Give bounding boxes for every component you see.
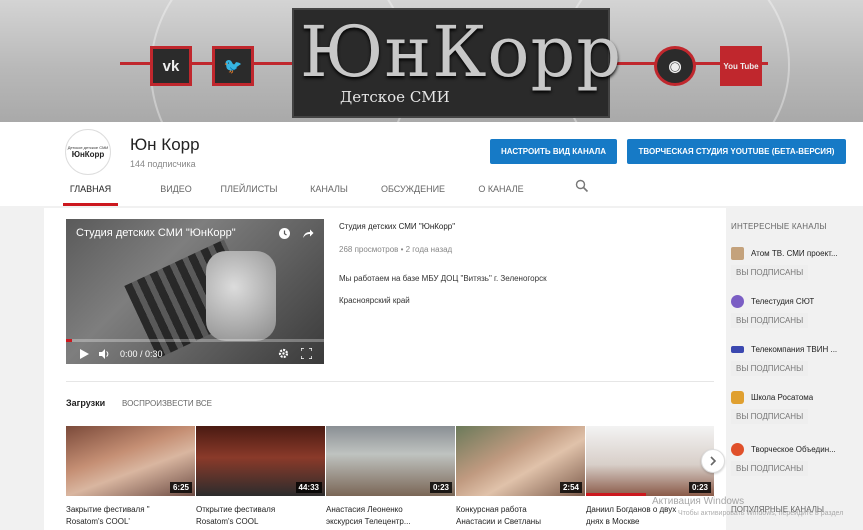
channel-item[interactable]: Творческое Объедин... ВЫ ПОДПИСАНЫ (731, 442, 856, 476)
settings-gear-icon[interactable] (278, 348, 289, 359)
vk-icon[interactable]: vk (150, 46, 192, 86)
subscriber-count: 144 подписчика (130, 159, 196, 169)
windows-activation-watermark: Активация Windows (652, 496, 745, 507)
channel-item-name[interactable]: Телекомпания ТВИН ... (751, 345, 837, 354)
player-title[interactable]: Студия детских СМИ "ЮнКорр" (76, 227, 236, 239)
channel-item[interactable]: Школа Росатома ВЫ ПОДПИСАНЫ (731, 390, 856, 424)
avatar[interactable]: Детское детское СМИ ЮнКорр (65, 129, 111, 175)
channel-tabs: ГЛАВНАЯ ВИДЕО ПЛЕЙЛИСТЫ КАНАЛЫ ОБСУЖДЕНИ… (63, 176, 536, 206)
channel-avatar-icon (731, 390, 744, 404)
channel-avatar-icon (731, 294, 744, 308)
featured-video-title[interactable]: Студия детских СМИ "ЮнКорр" (339, 222, 455, 231)
video-duration: 6:25 (169, 482, 192, 493)
player-controls-right (278, 348, 312, 359)
description-line: Мы работаем на базе МБУ ДОЦ "Витязь" г. … (339, 274, 547, 283)
interesting-channels-heading: ИНТЕРЕСНЫЕ КАНАЛЫ (731, 222, 827, 231)
player-progress-bar[interactable] (66, 339, 324, 342)
video-duration: 2:54 (559, 482, 582, 493)
uploads-heading[interactable]: Загрузки (66, 398, 105, 408)
subscribed-button[interactable]: ВЫ ПОДПИСАНЫ (731, 265, 809, 280)
video-title[interactable]: Открытие фестиваля Rosatom's COOL (196, 504, 322, 528)
description-line: Красноярский край (339, 296, 410, 305)
player-top-icons (278, 227, 314, 240)
twitter-icon[interactable]: 🐦 (212, 46, 254, 86)
subscribed-button[interactable]: ВЫ ПОДПИСАНЫ (731, 409, 809, 424)
youtube-icon[interactable]: You Tube (720, 46, 762, 86)
banner-logo: ЮнКорр (300, 11, 623, 93)
video-title-line: экскурсия Телецентр... (326, 517, 411, 526)
channel-item-name[interactable]: Творческое Объедин... (751, 445, 836, 454)
video-thumbnail[interactable]: 44:33 (196, 426, 325, 496)
carousel-next-button[interactable] (701, 449, 725, 473)
banner-line (120, 62, 295, 65)
featured-video-player[interactable]: Студия детских СМИ "ЮнКорр" 0:00 / 0:30 (66, 219, 324, 364)
video-duration: 0:23 (688, 482, 711, 493)
creator-studio-button[interactable]: ТВОРЧЕСКАЯ СТУДИЯ YOUTUBE (БЕТА-ВЕРСИЯ) (627, 139, 846, 164)
customize-channel-button[interactable]: НАСТРОИТЬ ВИД КАНАЛА (490, 139, 617, 164)
channel-banner: vk 🐦 ◉ You Tube ЮнКорр Детское СМИ (0, 0, 863, 122)
video-title-line: Закрытие фестиваля " (66, 505, 150, 514)
player-time: 0:00 / 0:30 (120, 349, 163, 359)
video-title[interactable]: Конкурсная работа Анастасии и Светланы (456, 504, 582, 528)
subscribed-button[interactable]: ВЫ ПОДПИСАНЫ (731, 313, 809, 328)
featured-video-description: Мы работаем на базе МБУ ДОЦ "Витязь" г. … (339, 268, 599, 312)
tab-about[interactable]: О КАНАЛЕ (466, 176, 536, 206)
share-icon[interactable] (301, 227, 314, 240)
tab-playlists[interactable]: ПЛЕЙЛИСТЫ (214, 176, 284, 206)
player-controls-left: 0:00 / 0:30 (80, 349, 163, 359)
player-progress-fill (66, 339, 72, 342)
banner-subtitle: Детское СМИ (340, 88, 450, 106)
video-title-line: Открытие фестиваля (196, 505, 276, 514)
video-duration: 0:23 (429, 482, 452, 493)
video-title-line: Анастасия Леоненко (326, 505, 403, 514)
channel-item[interactable]: Телекомпания ТВИН ... ВЫ ПОДПИСАНЫ (731, 342, 856, 376)
featured-video-meta: 268 просмотров • 2 года назад (339, 245, 453, 254)
channel-item-name[interactable]: Атом ТВ. СМИ проект... (751, 249, 838, 258)
tab-videos[interactable]: ВИДЕО (146, 176, 206, 206)
video-title-line: Rosatom's COOL (196, 517, 259, 526)
channel-item[interactable]: Телестудия СЮТ ВЫ ПОДПИСАНЫ (731, 294, 856, 328)
video-thumbnail[interactable]: 0:23 (326, 426, 455, 496)
channel-avatar-icon (731, 246, 744, 260)
search-icon[interactable] (575, 179, 589, 193)
play-icon[interactable] (80, 349, 89, 359)
video-title-line: днях в Москве (586, 517, 640, 526)
video-thumbnail[interactable]: 0:23 (586, 426, 714, 496)
video-thumbnail[interactable]: 2:54 (456, 426, 585, 496)
watch-later-icon[interactable] (278, 227, 291, 240)
chevron-right-icon (710, 456, 717, 466)
video-title-line: Анастасии и Светланы (456, 517, 541, 526)
watched-progress-bar (586, 493, 646, 496)
channel-name: Юн Корр (130, 135, 200, 154)
camera-image (206, 251, 276, 341)
tab-channels[interactable]: КАНАЛЫ (298, 176, 360, 206)
section-divider (66, 381, 714, 382)
video-thumbnail[interactable]: 6:25 (66, 426, 195, 496)
subscribed-button[interactable]: ВЫ ПОДПИСАНЫ (731, 461, 809, 476)
video-title[interactable]: Закрытие фестиваля " Rosatom's COOL' (66, 504, 192, 528)
fullscreen-icon[interactable] (301, 348, 312, 359)
volume-icon[interactable] (99, 349, 110, 359)
video-duration: 44:33 (295, 482, 322, 493)
windows-activation-hint: Чтобы активировать Windows, перейдите в … (678, 510, 844, 517)
subscribed-button[interactable]: ВЫ ПОДПИСАНЫ (731, 361, 809, 376)
channel-item-name[interactable]: Школа Росатома (751, 393, 813, 402)
channel-avatar-icon (731, 345, 744, 353)
channel-avatar-icon (731, 442, 744, 456)
video-title-line: Конкурсная работа (456, 505, 527, 514)
tab-home[interactable]: ГЛАВНАЯ (63, 176, 118, 206)
play-all-link[interactable]: ВОСПРОИЗВЕСТИ ВСЕ (122, 399, 212, 408)
ok-icon[interactable]: ◉ (654, 46, 696, 86)
avatar-logo: ЮнКорр (71, 150, 105, 159)
channel-item-name[interactable]: Телестудия СЮТ (751, 297, 814, 306)
tab-discussion[interactable]: ОБСУЖДЕНИЕ (368, 176, 458, 206)
video-title[interactable]: Анастасия Леоненко экскурсия Телецентр..… (326, 504, 452, 528)
video-title-line: Rosatom's COOL' (66, 517, 130, 526)
channel-item[interactable]: Атом ТВ. СМИ проект... ВЫ ПОДПИСАНЫ (731, 246, 856, 280)
